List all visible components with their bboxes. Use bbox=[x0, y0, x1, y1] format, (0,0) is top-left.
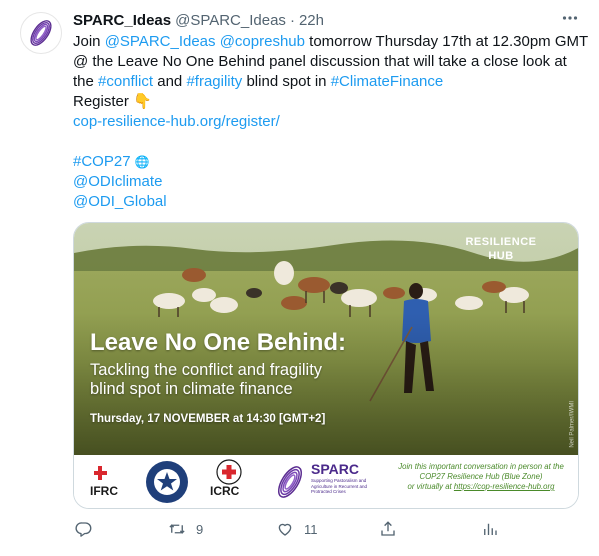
like-button[interactable]: 11 bbox=[276, 518, 318, 540]
photo-credit: Neil Palmer/IWMI bbox=[570, 401, 576, 448]
text-span: and bbox=[153, 73, 187, 90]
join-invitation: Join this important conversation in pers… bbox=[388, 462, 574, 492]
hashtag-fragility[interactable]: #fragility bbox=[186, 73, 242, 90]
timestamp[interactable]: 22h bbox=[299, 12, 324, 29]
text-span: blind spot in bbox=[242, 73, 331, 90]
more-options-button[interactable] bbox=[559, 8, 581, 28]
subtitle-line-2: blind spot in climate finance bbox=[90, 380, 293, 398]
event-title: Leave No One Behind: bbox=[90, 329, 347, 356]
join-line-3: or virtually at https://cop-resilience-h… bbox=[388, 482, 574, 492]
near-east-foundation-logo-icon bbox=[146, 461, 188, 503]
heart-icon bbox=[278, 523, 292, 536]
join-line-2: COP27 Resilience Hub (Blue Zone) bbox=[419, 472, 543, 481]
text-line: Join @SPARC_Ideas @copreshub tomorrow Th… bbox=[73, 32, 588, 52]
retweet-count: 9 bbox=[196, 521, 204, 537]
text-line: the #conflict and #fragility blind spot … bbox=[73, 72, 578, 92]
icrc-label: ICRC bbox=[210, 484, 240, 498]
tweet-actions: 9 11 bbox=[73, 518, 513, 540]
separator: · bbox=[289, 11, 295, 29]
media-card[interactable]: RESILIENCE HUB Leave No One Behind: Tack… bbox=[73, 222, 579, 509]
hub-line-1: RESILIENCE bbox=[465, 236, 537, 248]
tweet-text: Join @SPARC_Ideas @copreshub tomorrow Th… bbox=[73, 32, 588, 212]
hashtag-cop27[interactable]: #COP27 bbox=[73, 153, 131, 170]
sparc-label: SPARC bbox=[311, 461, 359, 477]
text-line: Register 👇 bbox=[73, 93, 152, 110]
tweet-header: SPARC_Ideas @SPARC_Ideas · 22h bbox=[73, 10, 573, 30]
sparc-logo-icon bbox=[30, 20, 52, 46]
share-button[interactable] bbox=[379, 518, 397, 540]
reply-icon bbox=[75, 522, 92, 537]
retweet-button[interactable]: 9 bbox=[168, 518, 203, 540]
partner-logos-strip: IFRC ICRC SPARC Supporting Pastoralism a… bbox=[74, 455, 578, 508]
resilience-hub-badge: RESILIENCE HUB bbox=[452, 235, 550, 269]
mention-odi-global[interactable]: @ODI_Global bbox=[73, 192, 578, 212]
subtitle-line-1: Tackling the conflict and fragility bbox=[90, 361, 323, 379]
share-icon bbox=[381, 521, 395, 536]
text-span: the bbox=[73, 73, 99, 90]
analytics-button[interactable] bbox=[481, 518, 499, 540]
hashtag-climatefinance[interactable]: #ClimateFinance bbox=[331, 73, 444, 90]
globe-emoji: 🌐 bbox=[134, 155, 150, 169]
event-subtitle: Tackling the conflict and fragility blin… bbox=[90, 361, 390, 399]
ifrc-label: IFRC bbox=[90, 484, 118, 498]
join-line-1: Join this important conversation in pers… bbox=[398, 462, 564, 471]
hashtag-conflict[interactable]: #conflict bbox=[98, 73, 153, 90]
join-prefix: or virtually at bbox=[407, 482, 454, 491]
sparc-ribbon-icon bbox=[277, 466, 303, 498]
text-span: Join bbox=[73, 33, 105, 50]
sparc-tagline: Supporting Pastoralism and Agriculture i… bbox=[311, 478, 368, 494]
ifrc-logo-icon bbox=[94, 466, 122, 480]
display-name[interactable]: SPARC_Ideas bbox=[73, 12, 171, 29]
text-line: #COP27 🌐 bbox=[73, 152, 578, 172]
avatar[interactable] bbox=[20, 12, 62, 54]
mention-sparc-ideas[interactable]: @SPARC_Ideas bbox=[105, 33, 216, 50]
like-count: 11 bbox=[304, 521, 318, 537]
text-line: @ the Leave No One Behind panel discussi… bbox=[73, 53, 567, 70]
more-icon bbox=[562, 16, 578, 20]
hub-line-2: HUB bbox=[488, 250, 514, 262]
mention-odiclimate[interactable]: @ODIclimate bbox=[73, 172, 578, 192]
join-url: https://cop-resilience-hub.org bbox=[453, 482, 555, 491]
analytics-icon bbox=[484, 523, 497, 535]
retweet-icon bbox=[169, 524, 185, 534]
reply-button[interactable] bbox=[75, 518, 93, 540]
icrc-logo-icon bbox=[216, 459, 242, 485]
user-handle[interactable]: @SPARC_Ideas bbox=[175, 12, 286, 29]
register-link[interactable]: cop-resilience-hub.org/register/ bbox=[73, 112, 578, 132]
text-span: tomorrow Thursday 17th at 12.30pm GMT bbox=[304, 33, 589, 50]
tweet[interactable]: SPARC_Ideas @SPARC_Ideas · 22h Join @SPA… bbox=[0, 0, 599, 556]
mention-copreshub[interactable]: @copreshub bbox=[220, 33, 305, 50]
event-date: Thursday, 17 NOVEMBER at 14:30 [GMT+2] bbox=[90, 413, 326, 425]
